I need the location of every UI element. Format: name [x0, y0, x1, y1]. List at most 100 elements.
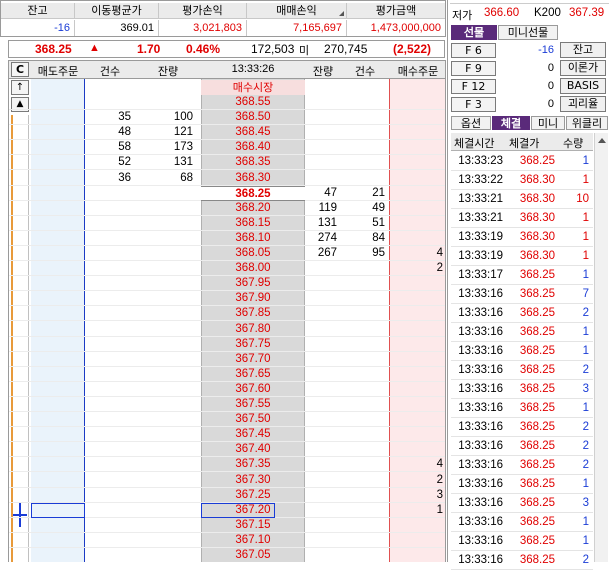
- fkey-button[interactable]: 이론가: [560, 60, 606, 76]
- orderbook-row[interactable]: 36 68 368.30: [9, 171, 445, 186]
- price-cell[interactable]: 367.45: [201, 427, 305, 442]
- sell-order-cell[interactable]: [31, 140, 85, 155]
- orderbook-row[interactable]: 58 173 368.40: [9, 140, 445, 156]
- buy-order-cell[interactable]: [389, 291, 445, 306]
- price-cell[interactable]: 368.35: [201, 155, 305, 170]
- buy-order-cell[interactable]: [389, 367, 445, 382]
- orderbook-row[interactable]: 367.75: [9, 337, 445, 352]
- orderbook-row[interactable]: 52 131 368.35: [9, 155, 445, 171]
- trade-row[interactable]: 13:33:16 368.25 2: [451, 418, 593, 437]
- orderbook-row[interactable]: 368.10 274 84: [9, 231, 445, 246]
- sell-order-cell[interactable]: [31, 397, 85, 412]
- price-cell[interactable]: 367.80: [201, 322, 305, 337]
- trade-row[interactable]: 13:33:16 368.25 1: [451, 399, 593, 418]
- buy-order-cell[interactable]: 2: [389, 473, 445, 488]
- buy-order-cell[interactable]: 1: [389, 503, 445, 518]
- price-cell[interactable]: 368.55: [201, 95, 305, 110]
- sell-order-cell[interactable]: [31, 246, 85, 261]
- buy-order-cell[interactable]: [389, 171, 445, 186]
- orderbook-row[interactable]: 368.05 267 95 4: [9, 246, 445, 261]
- orderbook-row[interactable]: 367.60: [9, 382, 445, 397]
- sell-order-cell[interactable]: [31, 231, 85, 246]
- trade-row[interactable]: 13:33:16 368.25 2: [451, 304, 593, 323]
- price-cell[interactable]: 367.60: [201, 382, 305, 397]
- orderbook-row[interactable]: 368.00 2: [9, 261, 445, 277]
- sell-order-cell[interactable]: [31, 291, 85, 306]
- trade-row[interactable]: 13:33:21 368.30 10: [451, 190, 593, 209]
- price-cell[interactable]: 367.50: [201, 412, 305, 427]
- trade-row[interactable]: 13:33:19 368.30 1: [451, 247, 593, 266]
- buy-order-cell[interactable]: [389, 533, 445, 548]
- fkey-button[interactable]: BASIS: [560, 78, 606, 94]
- market-order-label[interactable]: 매수시장: [201, 80, 305, 95]
- price-cell[interactable]: 368.50: [201, 110, 305, 125]
- orderbook-row[interactable]: 367.90: [9, 291, 445, 307]
- orderbook-row[interactable]: 367.10: [9, 533, 445, 548]
- fkey-label[interactable]: F 3: [451, 97, 496, 112]
- trade-row[interactable]: 13:33:16 368.25 2: [451, 551, 593, 570]
- trade-row[interactable]: 13:33:16 368.25 3: [451, 380, 593, 399]
- buy-order-cell[interactable]: [389, 140, 445, 155]
- sell-order-cell[interactable]: [31, 518, 85, 533]
- fkey-button[interactable]: 잔고: [560, 42, 606, 58]
- trades-scrollbar[interactable]: [594, 133, 608, 562]
- buy-order-cell[interactable]: [389, 216, 445, 231]
- price-cell[interactable]: 368.15: [201, 216, 305, 231]
- sell-order-cell[interactable]: [31, 352, 85, 367]
- price-cell[interactable]: 368.00: [201, 261, 305, 276]
- sell-order-cell[interactable]: [31, 186, 85, 201]
- sell-order-cell[interactable]: [31, 382, 85, 397]
- trade-row[interactable]: 13:33:16 368.25 1: [451, 342, 593, 361]
- sell-order-cell[interactable]: [31, 367, 85, 382]
- orderbook-row[interactable]: 367.80: [9, 322, 445, 337]
- buy-order-cell[interactable]: [389, 155, 445, 170]
- price-cell[interactable]: 367.40: [201, 442, 305, 457]
- tab-trades[interactable]: 체결: [492, 116, 530, 130]
- tab-weekly[interactable]: 위클리: [566, 116, 608, 130]
- price-cell[interactable]: 367.75: [201, 337, 305, 352]
- price-cell[interactable]: 367.55: [201, 397, 305, 412]
- price-cell[interactable]: 367.25: [201, 488, 305, 503]
- orderbook-row[interactable]: 367.05: [9, 548, 445, 562]
- orderbook-row[interactable]: 367.25 3: [9, 488, 445, 503]
- price-cell[interactable]: 368.10: [201, 231, 305, 246]
- price-cell[interactable]: 367.85: [201, 306, 305, 321]
- orderbook-row[interactable]: 368.55: [9, 95, 445, 110]
- sell-order-cell[interactable]: [31, 473, 85, 488]
- sell-order-cell[interactable]: [31, 457, 85, 472]
- price-cell[interactable]: 367.30: [201, 473, 305, 488]
- sell-order-cell[interactable]: [31, 412, 85, 427]
- price-cell[interactable]: 367.65: [201, 367, 305, 382]
- buy-order-cell[interactable]: [389, 110, 445, 125]
- trade-row[interactable]: 13:33:16 368.25 1: [451, 475, 593, 494]
- buy-order-cell[interactable]: [389, 306, 445, 321]
- price-cell[interactable]: 367.95: [201, 276, 305, 291]
- buy-order-cell[interactable]: [389, 412, 445, 427]
- fkey-label[interactable]: F 9: [451, 61, 496, 76]
- trade-row[interactable]: 13:33:16 368.25 1: [451, 513, 593, 532]
- fkey-label[interactable]: F 12: [451, 79, 496, 94]
- sell-order-cell[interactable]: [31, 442, 85, 457]
- orderbook-row[interactable]: 367.45: [9, 427, 445, 443]
- tab-futures[interactable]: 선물: [451, 25, 497, 40]
- sell-order-cell[interactable]: [31, 533, 85, 548]
- orderbook-row[interactable]: 367.35 4: [9, 457, 445, 473]
- price-cell[interactable]: 367.05: [201, 548, 305, 562]
- orderbook-row[interactable]: 368.20 119 49: [9, 201, 445, 216]
- price-cell[interactable]: 368.30: [201, 171, 305, 186]
- trade-row[interactable]: 13:33:16 368.25 2: [451, 456, 593, 475]
- orderbook-row[interactable]: 35 100 368.50: [9, 110, 445, 126]
- sell-order-cell[interactable]: [31, 488, 85, 503]
- fkey-label[interactable]: F 6: [451, 43, 496, 58]
- sell-order-cell[interactable]: [31, 125, 85, 140]
- price-cell[interactable]: 367.10: [201, 533, 305, 548]
- scroll-up-button[interactable]: ↑: [11, 80, 29, 95]
- orderbook-row[interactable]: 367.40: [9, 442, 445, 458]
- trade-row[interactable]: 13:33:16 368.25 2: [451, 361, 593, 380]
- buy-order-cell[interactable]: 3: [389, 488, 445, 503]
- buy-order-cell[interactable]: [389, 382, 445, 397]
- trade-row[interactable]: 13:33:17 368.25 1: [451, 266, 593, 285]
- sell-order-cell[interactable]: [31, 110, 85, 125]
- buy-order-cell[interactable]: [389, 95, 445, 110]
- tab-options[interactable]: 옵션: [451, 116, 491, 130]
